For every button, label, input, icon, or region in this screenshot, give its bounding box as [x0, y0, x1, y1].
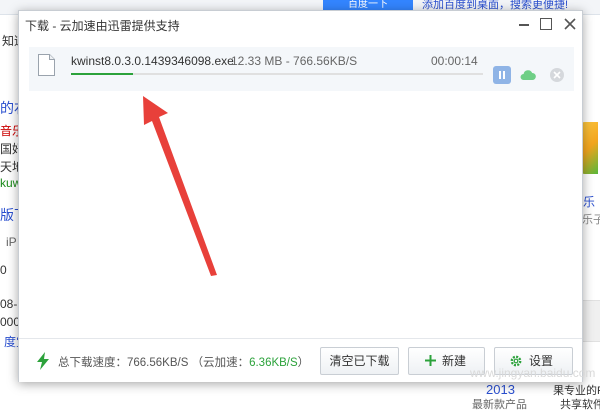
- bg-fragment: 最新款产品: [472, 399, 527, 411]
- app-thumbnail[interactable]: [582, 300, 600, 342]
- add-to-desktop-link[interactable]: 添加百度到桌面，搜索更便捷!: [422, 0, 568, 10]
- dialog-titlebar[interactable]: 下载 - 云加速由迅雷提供支持: [19, 11, 582, 37]
- new-button-label: 新建: [442, 354, 467, 368]
- speed-close: ）: [297, 357, 310, 369]
- download-task-row[interactable]: kwinst8.0.3.0.1439346098.exe 12.33 MB - …: [29, 47, 574, 91]
- task-progress-fill: [71, 73, 133, 75]
- plus-icon: [425, 355, 436, 366]
- task-time-remaining: 00:00:14: [431, 54, 478, 68]
- baidu-search-button[interactable]: 百度一下: [323, 0, 413, 10]
- task-filename: kwinst8.0.3.0.1439346098.exe: [71, 54, 234, 68]
- bg-fragment[interactable]: 乐: [583, 193, 595, 210]
- total-speed-text: 总下载速度：766.56KB/S （云加速：6.36KB/S）: [58, 354, 309, 370]
- dialog-title: 下载 - 云加速由迅雷提供支持: [25, 19, 180, 33]
- accel-speed-value: 6.36KB/S: [249, 357, 298, 369]
- task-size-speed: 12.33 MB - 766.56KB/S: [231, 54, 358, 68]
- watermark: www.jingyan.baidu.com: [470, 366, 596, 380]
- bg-fragment[interactable]: 2013: [486, 382, 515, 397]
- download-dialog: 下载 - 云加速由迅雷提供支持 kwinst8.0.3.0.1439346098…: [18, 10, 583, 382]
- speed-label: 总下载速度：766.56KB/S （云加速：: [58, 357, 250, 369]
- bg-fragment: 0: [0, 263, 7, 277]
- lightning-icon: [37, 352, 49, 370]
- bg-fragment: iP: [6, 235, 17, 249]
- bg-fragment: 乐子: [582, 214, 600, 226]
- file-icon: [38, 54, 55, 76]
- bg-fragment: 共享软件: [560, 399, 600, 411]
- task-progress-bar: [71, 73, 483, 75]
- pause-icon[interactable]: [493, 66, 511, 84]
- clear-downloaded-button[interactable]: 清空已下载: [320, 347, 399, 375]
- maximize-icon[interactable]: [536, 14, 556, 34]
- remove-icon[interactable]: [548, 66, 566, 84]
- cloud-icon[interactable]: [519, 66, 537, 84]
- minimize-icon[interactable]: [514, 14, 534, 34]
- close-icon[interactable]: [560, 14, 580, 34]
